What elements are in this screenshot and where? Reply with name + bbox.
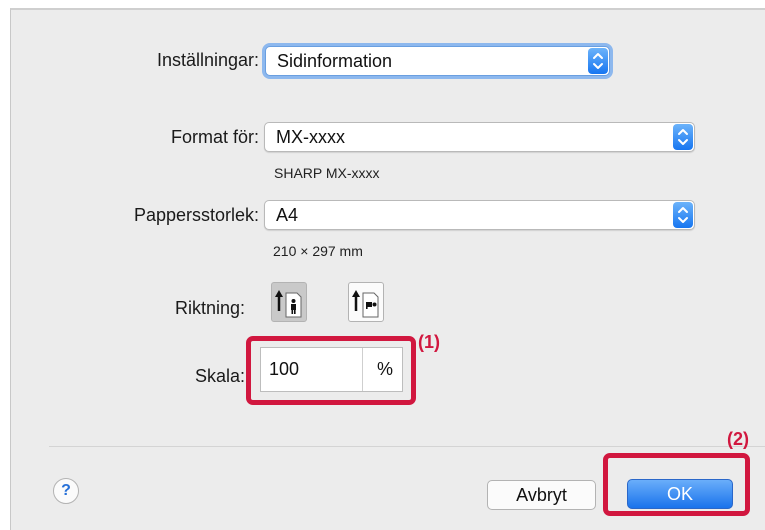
help-button[interactable]: ? — [53, 478, 79, 504]
page-setup-dialog: Inställningar: Sidinformation Format för… — [10, 8, 765, 530]
paper-size-value: A4 — [276, 205, 299, 225]
ok-callout: (2) — [727, 429, 749, 449]
paper-size-label: Pappersstorlek: — [133, 205, 259, 225]
format-for-label: Format för: — [170, 127, 259, 147]
settings-value: Sidinformation — [277, 51, 393, 71]
scale-highlight-box — [246, 336, 416, 405]
scale-label: Skala: — [194, 366, 245, 386]
scale-callout: (1) — [418, 332, 440, 352]
format-for-value: MX-xxxx — [276, 127, 345, 147]
landscape-orientation-button[interactable] — [348, 282, 384, 322]
orientation-label: Riktning: — [174, 298, 245, 318]
paper-size-popup[interactable]: A4 — [264, 200, 695, 230]
chevron-updown-icon — [673, 124, 693, 150]
format-for-popup[interactable]: MX-xxxx — [264, 122, 695, 152]
portrait-orientation-button[interactable] — [271, 282, 307, 322]
ok-highlight-box — [603, 453, 750, 516]
settings-label: Inställningar: — [156, 50, 259, 70]
cancel-button[interactable]: Avbryt — [487, 480, 596, 510]
chevron-updown-icon — [673, 202, 693, 228]
landscape-icon — [352, 290, 379, 318]
printer-name: SHARP MX-xxxx — [274, 165, 380, 181]
portrait-icon — [275, 290, 302, 318]
divider — [49, 446, 765, 447]
settings-popup[interactable]: Sidinformation — [265, 46, 610, 76]
paper-dimensions: 210 × 297 mm — [273, 243, 363, 259]
chevron-updown-icon — [588, 48, 608, 74]
